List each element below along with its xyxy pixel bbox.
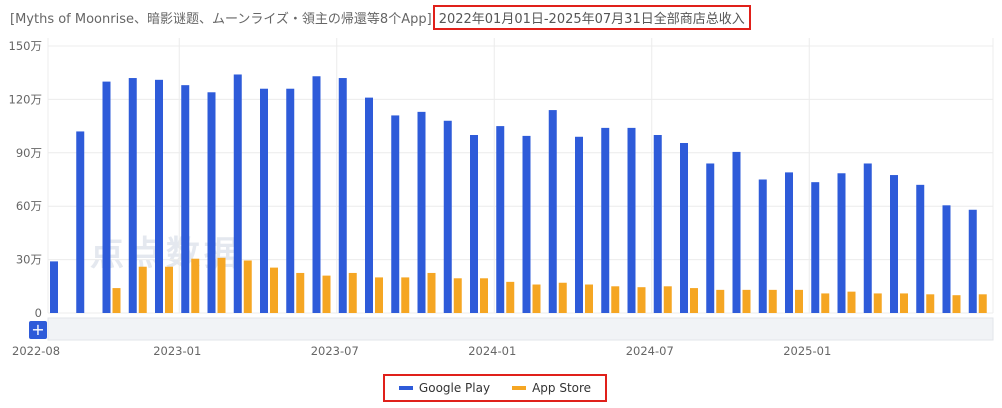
- bar-app-store: [401, 277, 410, 313]
- legend-swatch-app-store: [512, 386, 527, 390]
- bar-app-store: [768, 289, 777, 313]
- legend-label-google-play: Google Play: [418, 381, 491, 395]
- bar-google-play: [575, 136, 583, 313]
- x-tick-label: 2023-07: [311, 344, 359, 358]
- bar-app-store: [532, 284, 541, 313]
- legend-swatch-google-play: [398, 386, 413, 390]
- bar-google-play: [732, 151, 741, 313]
- bar-app-store: [637, 287, 646, 313]
- revenue-bar-chart: 0 30万 60万 90万 120万 150万 2022-08 2023-01 2023-07 2…: [9, 38, 994, 358]
- bar-google-play: [155, 79, 163, 313]
- y-tick-label: 0: [35, 306, 42, 320]
- y-tick-label: 90万: [16, 146, 42, 160]
- bar-google-play: [207, 92, 216, 313]
- x-tick-label: 2024-01: [468, 344, 516, 358]
- bar-google-play: [706, 163, 715, 313]
- bar-google-play: [811, 182, 820, 313]
- x-tick-label: 2023-01: [153, 344, 201, 358]
- y-tick-label: 150万: [9, 39, 42, 53]
- bar-app-store: [375, 277, 383, 313]
- legend-label-app-store: App Store: [532, 381, 592, 395]
- bar-google-play: [548, 110, 557, 313]
- bar-google-play: [890, 175, 898, 313]
- y-tick-label: 120万: [9, 92, 42, 106]
- bar-google-play: [102, 81, 111, 313]
- bar-google-play: [181, 85, 190, 313]
- chart-legend: Google Play App Store: [383, 374, 607, 402]
- bar-google-play: [863, 163, 872, 313]
- bar-app-store: [296, 272, 305, 313]
- x-tick-label: 2024-07: [626, 344, 674, 358]
- bar-google-play: [942, 205, 951, 313]
- bar-google-play: [601, 127, 610, 313]
- bar-app-store: [427, 272, 436, 313]
- bar-app-store: [585, 284, 593, 313]
- bar-google-play: [496, 126, 505, 313]
- bar-app-store: [348, 272, 357, 313]
- bar-app-store: [847, 291, 856, 313]
- bar-google-play: [653, 135, 662, 313]
- bar-google-play: [785, 172, 793, 313]
- bar-google-play: [443, 120, 452, 313]
- bar-app-store: [900, 293, 908, 313]
- x-tick-label: 2022-08: [12, 344, 60, 358]
- bar-google-play: [837, 173, 846, 313]
- bar-app-store: [270, 267, 278, 313]
- bar-google-play: [260, 88, 268, 313]
- zoom-expand-button[interactable]: +: [29, 321, 47, 339]
- bar-google-play: [76, 131, 85, 313]
- bar-app-store: [873, 293, 882, 313]
- bar-app-store: [611, 286, 620, 313]
- bar-app-store: [165, 266, 173, 313]
- bar-app-store: [243, 260, 252, 313]
- bar-google-play: [522, 135, 531, 313]
- bar-google-play: [233, 74, 242, 313]
- bar-app-store: [716, 289, 725, 313]
- bar-app-store: [112, 288, 121, 313]
- legend-item-app-store[interactable]: App Store: [512, 381, 591, 395]
- bar-google-play: [627, 127, 636, 313]
- bar-app-store: [322, 275, 331, 313]
- bar-app-store: [690, 288, 698, 313]
- bar-app-store: [821, 293, 830, 313]
- bar-google-play: [916, 184, 925, 313]
- bar-app-store: [978, 294, 987, 313]
- bar-google-play: [417, 111, 426, 313]
- bar-app-store: [217, 257, 226, 313]
- bar-app-store: [926, 294, 935, 313]
- bar-app-store: [138, 266, 147, 313]
- bar-app-store: [795, 289, 803, 313]
- bar-app-store: [952, 295, 961, 313]
- y-tick-label: 30万: [16, 253, 42, 267]
- bar-google-play: [470, 135, 478, 313]
- x-tick-label: 2025-01: [783, 344, 831, 358]
- bar-app-store: [453, 278, 462, 313]
- bar-google-play: [758, 179, 767, 313]
- bar-google-play: [338, 78, 347, 313]
- bar-google-play: [312, 76, 321, 313]
- y-tick-label: 60万: [16, 199, 42, 213]
- bar-app-store: [480, 278, 488, 313]
- zoom-slider-track: [47, 317, 994, 341]
- bar-app-store: [558, 282, 567, 313]
- bar-google-play: [968, 209, 977, 313]
- bar-app-store: [191, 258, 200, 313]
- bar-google-play: [50, 261, 58, 313]
- bar-google-play: [391, 115, 400, 313]
- bar-app-store: [506, 281, 515, 313]
- legend-item-google-play[interactable]: Google Play: [398, 381, 491, 395]
- bar-google-play: [680, 143, 688, 313]
- bar-app-store: [742, 289, 751, 313]
- bar-app-store: [663, 286, 672, 313]
- bar-google-play: [128, 78, 137, 313]
- bar-google-play: [286, 88, 295, 313]
- bar-google-play: [365, 97, 373, 314]
